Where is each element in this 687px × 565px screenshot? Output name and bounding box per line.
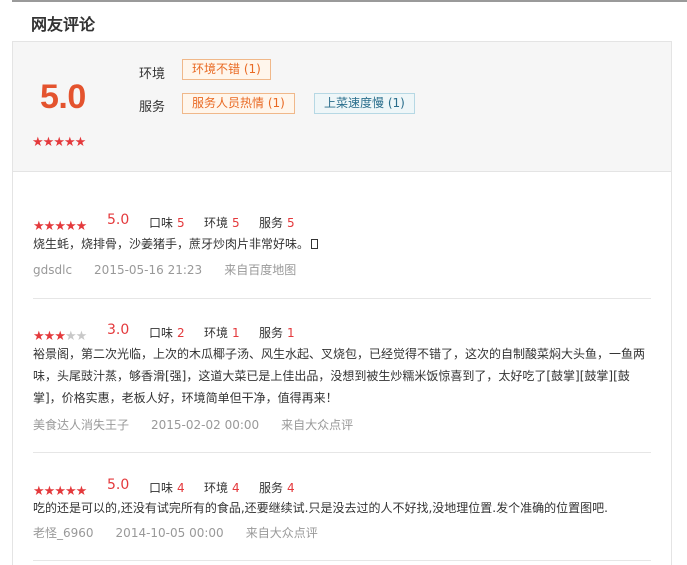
taste-rating: 口味 5 bbox=[149, 216, 185, 230]
top-divider bbox=[12, 0, 687, 2]
review-date: 2014-10-05 00:00 bbox=[115, 526, 224, 540]
star-icon: ★ bbox=[42, 135, 55, 150]
section-title: 网友评论 bbox=[31, 15, 96, 34]
tag-environment-good[interactable]: 环境不错 (1) bbox=[182, 59, 271, 80]
review-divider bbox=[33, 298, 651, 299]
star-icon: ★ bbox=[75, 219, 88, 234]
review-score: 5.0 bbox=[107, 477, 130, 493]
overall-stars: ★★★★★ bbox=[32, 131, 87, 150]
review-text: 吃的还是可以的,还没有试完所有的食品,还要继续试.只是没去过的人不好找,没地理位… bbox=[33, 501, 608, 515]
environment-rating: 环境 5 bbox=[204, 216, 240, 230]
review-meta: gdsdlc 2015-05-16 21:23 来自百度地图 bbox=[33, 261, 318, 278]
reviews-panel: 5.0 ★★★★★ 环境 环境不错 (1) 服务 服务人员热情 (1) 上菜速度… bbox=[12, 41, 672, 565]
review-meta: 美食达人消失王子 2015-02-02 00:00 来自大众点评 bbox=[33, 416, 375, 433]
review-meta: 老怪_6960 2014-10-05 00:00 来自大众点评 bbox=[33, 524, 340, 541]
star-icon: ★ bbox=[43, 329, 56, 344]
star-icon: ★ bbox=[64, 219, 77, 234]
review-author[interactable]: gdsdlc bbox=[33, 263, 72, 277]
review-stars: ★★★★★ bbox=[33, 325, 88, 344]
star-icon: ★ bbox=[33, 329, 45, 344]
review-divider bbox=[33, 560, 651, 561]
tag-slow-serving[interactable]: 上菜速度慢 (1) bbox=[314, 93, 415, 114]
taste-rating: 口味 4 bbox=[149, 481, 185, 495]
review-divider bbox=[33, 452, 651, 453]
category-label-service: 服务 bbox=[139, 100, 166, 115]
review-text: 裕景阁，第二次光临，上次的木瓜椰子汤、风生水起、叉烧包，已经觉得不错了，这次的自… bbox=[33, 347, 646, 405]
review-date: 2015-05-16 21:23 bbox=[94, 263, 203, 277]
star-icon: ★ bbox=[75, 329, 88, 344]
review-source: 来自百度地图 bbox=[224, 263, 297, 277]
review-source: 来自大众点评 bbox=[281, 418, 354, 432]
rating-summary: 5.0 ★★★★★ 环境 环境不错 (1) 服务 服务人员热情 (1) 上菜速度… bbox=[13, 42, 671, 172]
star-icon: ★ bbox=[33, 219, 45, 234]
review-stars: ★★★★★ bbox=[33, 215, 88, 234]
star-icon: ★ bbox=[63, 135, 76, 150]
review-date: 2015-02-02 00:00 bbox=[151, 418, 260, 432]
service-rating: 服务 1 bbox=[259, 326, 295, 340]
review-source: 来自大众点评 bbox=[245, 526, 318, 540]
tag-service-friendly[interactable]: 服务人员热情 (1) bbox=[182, 93, 295, 114]
review-author[interactable]: 老怪_6960 bbox=[33, 526, 94, 540]
star-icon: ★ bbox=[53, 135, 65, 150]
taste-rating: 口味 2 bbox=[149, 326, 185, 340]
category-label-environment: 环境 bbox=[139, 67, 166, 82]
review-score: 3.0 bbox=[107, 322, 130, 338]
star-icon: ★ bbox=[74, 135, 87, 150]
star-icon: ★ bbox=[64, 329, 77, 344]
overall-score: 5.0 bbox=[40, 78, 86, 116]
review-text: 烧生蚝，烧排骨，沙姜猪手，蔗牙炒肉片非常好味。 bbox=[33, 233, 653, 255]
service-rating: 服务 5 bbox=[259, 216, 295, 230]
star-icon: ★ bbox=[54, 219, 66, 234]
review-score: 5.0 bbox=[107, 212, 130, 228]
environment-rating: 环境 1 bbox=[204, 326, 240, 340]
environment-rating: 环境 4 bbox=[204, 481, 240, 495]
star-icon: ★ bbox=[32, 135, 44, 150]
star-icon: ★ bbox=[54, 329, 66, 344]
star-icon: ★ bbox=[43, 219, 56, 234]
review-author[interactable]: 美食达人消失王子 bbox=[33, 418, 129, 432]
service-rating: 服务 4 bbox=[259, 481, 295, 495]
missing-glyph-icon bbox=[311, 239, 319, 249]
